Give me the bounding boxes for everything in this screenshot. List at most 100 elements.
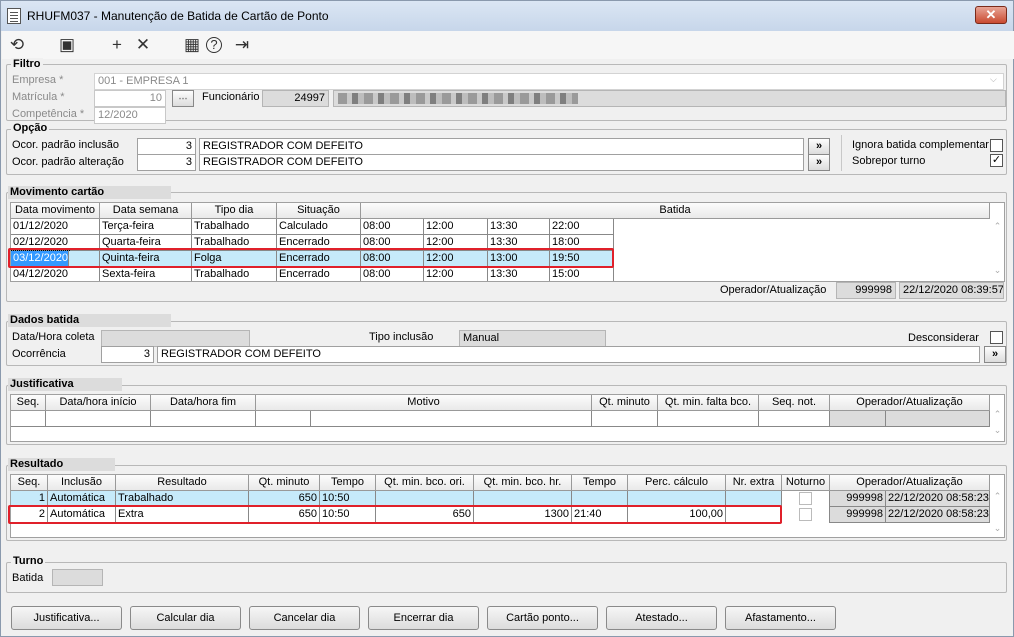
col-header[interactable]: Seq. bbox=[11, 475, 48, 491]
afastamento-button[interactable]: Afastamento... bbox=[725, 606, 836, 630]
delete-icon[interactable]: ✕ bbox=[132, 34, 154, 56]
calcular-dia-button[interactable]: Calcular dia bbox=[130, 606, 241, 630]
col-header[interactable]: Situação bbox=[277, 203, 361, 219]
cell bbox=[830, 411, 886, 427]
col-header[interactable]: Operador/Atualização bbox=[830, 395, 990, 411]
col-header[interactable]: Data semana bbox=[100, 203, 192, 219]
cartao-ponto-button[interactable]: Cartão ponto... bbox=[487, 606, 598, 630]
col-header[interactable]: Data/hora fim bbox=[151, 395, 256, 411]
cell-semana: Sexta-feira bbox=[100, 267, 192, 281]
scroll-down-icon[interactable]: ⌄ bbox=[990, 523, 1004, 534]
col-header[interactable]: Seq. not. bbox=[759, 395, 830, 411]
inclusao-code-field[interactable]: 3 bbox=[137, 138, 196, 155]
cell-batida: 08:00 bbox=[361, 267, 424, 281]
col-header[interactable]: Qt. minuto bbox=[249, 475, 320, 491]
funcionario-name bbox=[333, 90, 1006, 107]
col-header[interactable]: Qt. minuto bbox=[592, 395, 658, 411]
funcionario-code: 24997 bbox=[262, 90, 329, 107]
scroll-down-icon[interactable]: ⌄ bbox=[990, 265, 1004, 276]
col-header[interactable]: Noturno bbox=[782, 475, 830, 491]
add-icon[interactable]: + bbox=[106, 34, 128, 56]
col-header[interactable]: Seq. bbox=[11, 395, 46, 411]
scroll-up-icon[interactable]: ⌃ bbox=[990, 491, 1004, 502]
cell-batida: 22:00 bbox=[550, 219, 614, 235]
col-header[interactable]: Qt. min. bco. hr. bbox=[474, 475, 572, 491]
alteracao-code-field[interactable]: 3 bbox=[137, 154, 196, 171]
col-header[interactable]: Data movimento bbox=[11, 203, 100, 219]
close-button[interactable]: ✕ bbox=[975, 6, 1007, 24]
cancelar-dia-button[interactable]: Cancelar dia bbox=[249, 606, 360, 630]
justificativa-button[interactable]: Justificativa... bbox=[11, 606, 122, 630]
scroll-up-icon[interactable]: ⌃ bbox=[990, 221, 1004, 232]
sobrepor-label: Sobrepor turno bbox=[852, 155, 926, 167]
resultado-title: Resultado bbox=[8, 458, 115, 471]
tipo-inclusao-field: Manual bbox=[459, 330, 606, 347]
atestado-button[interactable]: Atestado... bbox=[606, 606, 717, 630]
movimento-grid: Data movimento Data semana Tipo dia Situ… bbox=[10, 202, 1005, 282]
funcionario-label: Funcionário bbox=[202, 91, 260, 103]
col-header[interactable]: Batida bbox=[361, 203, 990, 219]
chevron-down-icon[interactable]: ⌵ bbox=[990, 74, 997, 85]
alteracao-lookup-button[interactable]: » bbox=[808, 154, 830, 171]
encerrar-dia-button[interactable]: Encerrar dia bbox=[368, 606, 479, 630]
atualizacao-field: 22/12/2020 08:39:57 bbox=[899, 282, 1004, 299]
ignora-checkbox[interactable] bbox=[990, 139, 1003, 152]
refresh-icon[interactable]: ⟲ bbox=[6, 34, 28, 56]
title-bar: RHUFM037 - Manutenção de Batida de Cartã… bbox=[1, 1, 1013, 31]
justificativa-grid: Seq. Data/hora início Data/hora fim Moti… bbox=[10, 394, 1005, 442]
col-header[interactable]: Tempo bbox=[572, 475, 628, 491]
col-header[interactable]: Nr. extra bbox=[726, 475, 782, 491]
noturno-checkbox[interactable] bbox=[799, 508, 812, 521]
turno-batida-label: Batida bbox=[12, 572, 44, 584]
cell-noturno bbox=[782, 491, 830, 507]
window-title: RHUFM037 - Manutenção de Batida de Cartã… bbox=[27, 9, 329, 23]
inclusao-desc-field[interactable]: REGISTRADOR COM DEFEITO bbox=[199, 138, 804, 155]
col-header[interactable]: Operador/Atualização bbox=[830, 475, 990, 491]
ocorrencia-code-field[interactable]: 3 bbox=[101, 346, 154, 363]
inclusao-lookup-button[interactable]: » bbox=[808, 138, 830, 155]
cell-tipo: Trabalhado bbox=[192, 219, 277, 235]
cell-situacao: Calculado bbox=[277, 219, 361, 235]
ocorrencia-label: Ocorrência bbox=[12, 348, 66, 360]
sobrepor-checkbox[interactable]: ✓ bbox=[990, 154, 1003, 167]
turno-title: Turno bbox=[11, 555, 46, 567]
exit-icon[interactable]: ⇥ bbox=[231, 34, 253, 56]
noturno-checkbox[interactable] bbox=[799, 492, 812, 505]
col-header[interactable]: Data/hora início bbox=[46, 395, 151, 411]
tipo-inclusao-label: Tipo inclusão bbox=[369, 331, 434, 343]
ocorrencia-desc-field[interactable]: REGISTRADOR COM DEFEITO bbox=[157, 346, 980, 363]
col-header[interactable]: Inclusão bbox=[48, 475, 116, 491]
matricula-lookup-button[interactable]: ⋯ bbox=[172, 90, 194, 107]
empresa-label: Empresa * bbox=[12, 74, 64, 86]
cell bbox=[46, 411, 151, 427]
col-header[interactable]: Qt. min. falta bco. bbox=[658, 395, 759, 411]
cell-operador: 999998 bbox=[830, 491, 886, 507]
alteracao-desc-field[interactable]: REGISTRADOR COM DEFEITO bbox=[199, 154, 804, 171]
save-icon[interactable]: ▣ bbox=[56, 34, 78, 56]
empresa-select[interactable]: 001 - EMPRESA 1 bbox=[94, 73, 1004, 90]
col-header[interactable]: Tempo bbox=[320, 475, 376, 491]
col-header[interactable]: Perc. cálculo bbox=[628, 475, 726, 491]
help-icon[interactable]: ? bbox=[206, 37, 222, 53]
ocorrencia-lookup-button[interactable]: » bbox=[984, 346, 1006, 363]
divider bbox=[841, 135, 842, 171]
matricula-field[interactable]: 10 bbox=[94, 90, 166, 107]
cell-batida: 12:00 bbox=[424, 267, 488, 281]
scroll-up-icon[interactable]: ⌃ bbox=[990, 409, 1004, 420]
col-header[interactable]: Qt. min. bco. ori. bbox=[376, 475, 474, 491]
competencia-field[interactable]: 12/2020 bbox=[94, 107, 166, 124]
cell-batida: 08:00 bbox=[361, 219, 424, 235]
col-header[interactable]: Motivo bbox=[256, 395, 592, 411]
cell bbox=[592, 411, 658, 427]
dados-batida-title: Dados batida bbox=[8, 314, 171, 327]
col-header[interactable]: Tipo dia bbox=[192, 203, 277, 219]
inclusao-label: Ocor. padrão inclusão bbox=[12, 139, 120, 151]
redacted-name bbox=[338, 93, 578, 104]
turno-group bbox=[6, 562, 1007, 593]
calendar-icon[interactable]: ▦ bbox=[181, 34, 203, 56]
scroll-down-icon[interactable]: ⌄ bbox=[990, 425, 1004, 436]
cell-batida: 12:00 bbox=[424, 219, 488, 235]
justificativa-title: Justificativa bbox=[8, 378, 122, 391]
col-header[interactable]: Resultado bbox=[116, 475, 249, 491]
desconsiderar-checkbox[interactable] bbox=[990, 331, 1003, 344]
